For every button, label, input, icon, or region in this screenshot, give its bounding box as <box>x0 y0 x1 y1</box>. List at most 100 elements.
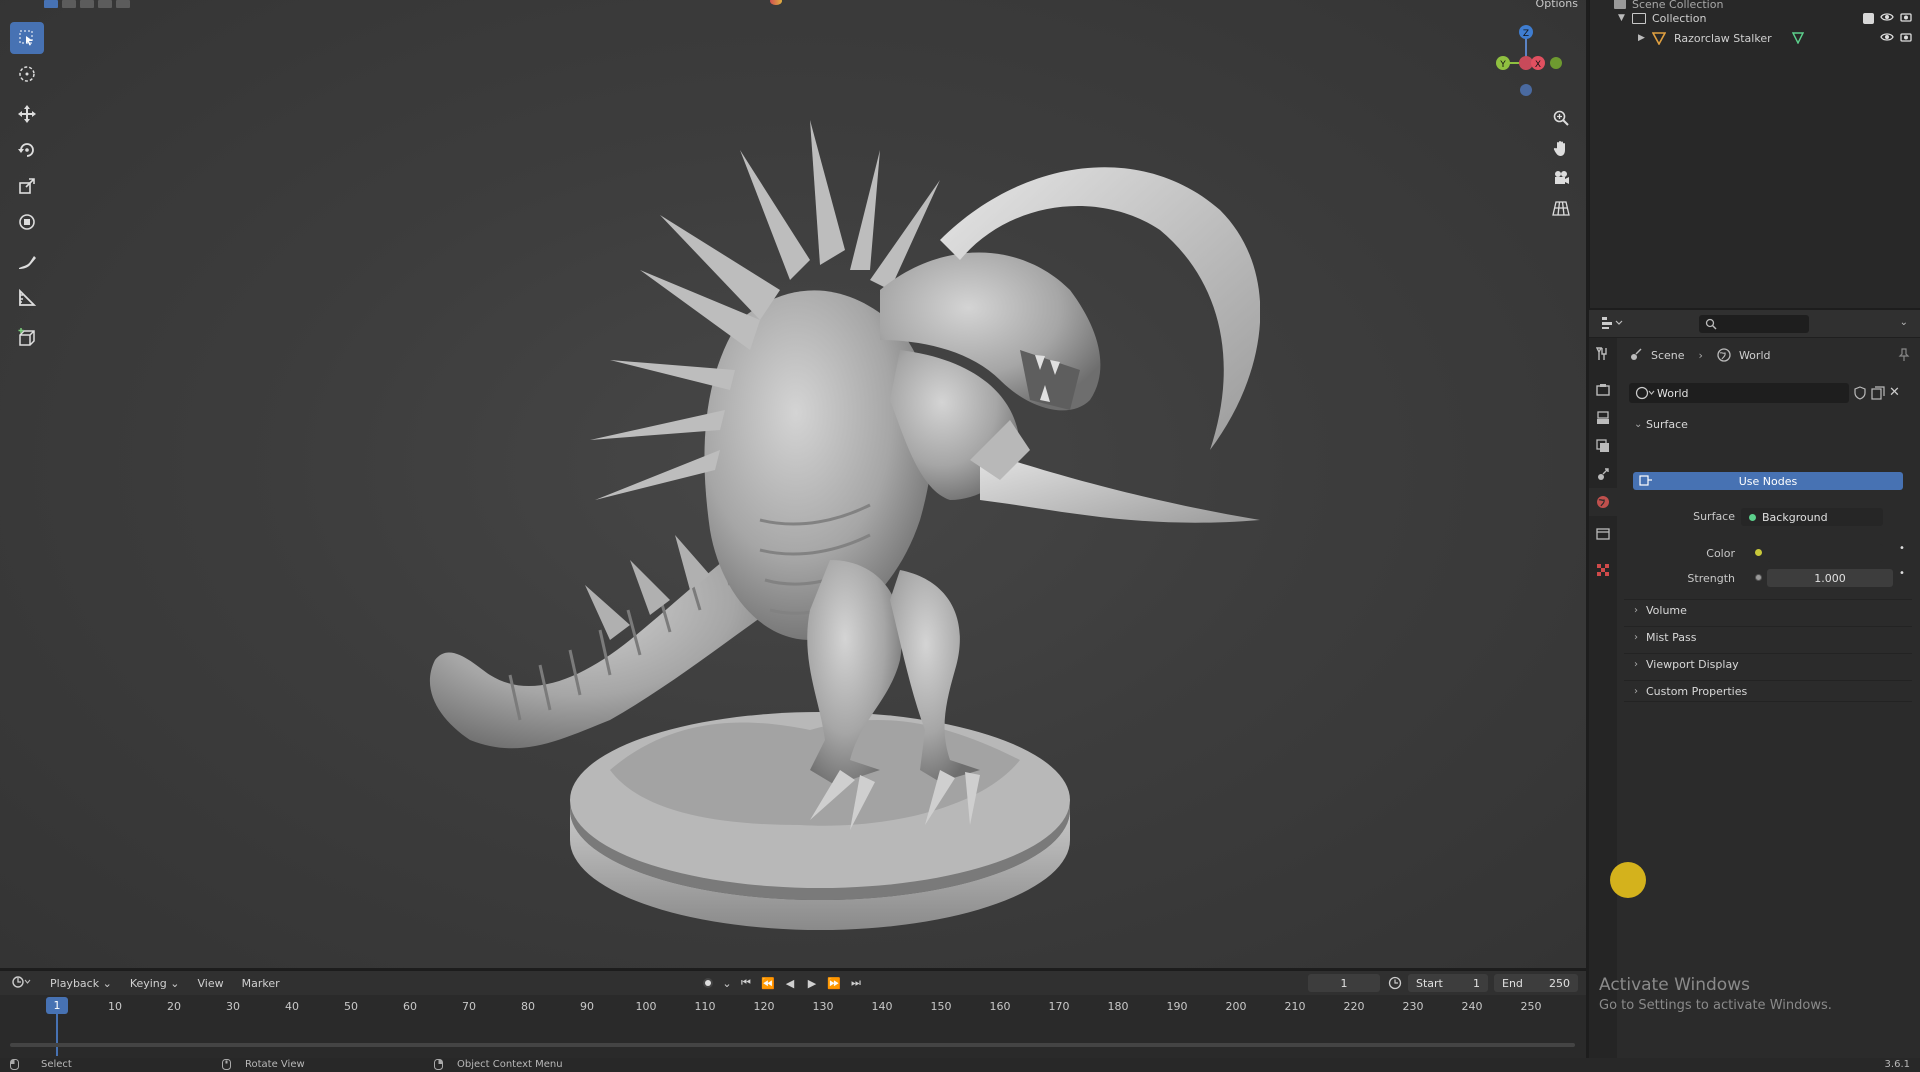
color-keyframe-dot-icon[interactable]: • <box>1899 543 1905 554</box>
3d-viewport[interactable]: Options Z Y X <box>0 0 1586 968</box>
transform-tool[interactable] <box>10 206 44 238</box>
end-frame-field[interactable]: End 250 <box>1494 974 1578 992</box>
strength-keyframe-dot-icon[interactable]: • <box>1899 568 1905 579</box>
navigation-gizmo[interactable]: Z Y X <box>1486 20 1586 110</box>
pin-icon[interactable] <box>1898 348 1910 365</box>
preview-range-clock-icon[interactable] <box>1388 976 1402 993</box>
watermark-title: Activate Windows <box>1599 975 1750 995</box>
zoom-icon <box>1553 110 1569 126</box>
options-menu[interactable]: Options <box>1536 0 1578 10</box>
expand-arrow-icon[interactable]: ▶ <box>1638 33 1645 43</box>
mist-pass-panel-header[interactable]: › Mist Pass <box>1624 626 1912 648</box>
mouse-cursor-highlight <box>1610 862 1646 898</box>
color-label: Color <box>1706 547 1735 560</box>
tab-view-layer[interactable] <box>1589 432 1617 460</box>
jump-to-start-icon[interactable]: ⏮ <box>738 975 754 991</box>
frame-tick-label: 200 <box>1225 1000 1247 1013</box>
surface-shader-field[interactable]: Background <box>1741 508 1883 526</box>
surface-panel-title: Surface <box>1646 417 1688 431</box>
outliner-collection-row[interactable]: ▼ Collection <box>1590 8 1920 28</box>
status-select-label: Select <box>41 1059 72 1070</box>
custom-properties-panel-header[interactable]: › Custom Properties <box>1624 680 1912 702</box>
timeline-editor-type-icon[interactable] <box>12 975 32 992</box>
razorclaw-stalker-model[interactable] <box>380 120 1260 940</box>
play-reverse-icon[interactable]: ◀ <box>782 975 798 991</box>
selection-mode-buttons[interactable] <box>44 0 130 8</box>
playback-menu[interactable]: Playback ⌄ <box>50 977 112 990</box>
tab-scene[interactable] <box>1589 460 1617 488</box>
unlink-datablock-icon[interactable]: ✕ <box>1889 385 1900 400</box>
jump-to-next-keyframe-icon[interactable]: ⏩ <box>826 975 842 991</box>
breadcrumb-world[interactable]: World <box>1739 349 1771 362</box>
jump-to-end-icon[interactable]: ⏭ <box>848 975 864 991</box>
svg-text:X: X <box>1535 60 1541 70</box>
collection-icon <box>1632 12 1646 24</box>
shading-color-icon[interactable] <box>770 0 782 5</box>
mouse-middle-icon <box>222 1059 231 1070</box>
color-swatch[interactable] <box>1767 544 1883 562</box>
use-nodes-button[interactable]: Use Nodes <box>1633 472 1903 490</box>
svg-text:Y: Y <box>1499 60 1506 70</box>
world-datablock-field[interactable]: World <box>1629 383 1849 403</box>
select-mode-intersect-icon[interactable] <box>116 0 130 8</box>
strength-socket-icon[interactable] <box>1755 574 1762 581</box>
playhead-frame-indicator[interactable]: 1 <box>46 997 68 1014</box>
color-socket-icon[interactable] <box>1755 549 1762 556</box>
move-tool[interactable] <box>10 98 44 130</box>
zoom-button[interactable] <box>1547 104 1575 132</box>
viewport-display-panel-header[interactable]: › Viewport Display <box>1624 653 1912 675</box>
object-render-camera-icon[interactable] <box>1900 32 1912 45</box>
fake-user-shield-icon[interactable] <box>1853 386 1867 403</box>
collapse-arrow-icon[interactable]: ▼ <box>1618 13 1625 23</box>
tab-collection[interactable] <box>1589 520 1617 548</box>
duplicate-datablock-icon[interactable] <box>1871 386 1885 403</box>
frame-tick-label: 230 <box>1402 1000 1424 1013</box>
select-mode-subtract-icon[interactable] <box>80 0 94 8</box>
object-visibility-eye-icon[interactable] <box>1880 32 1894 45</box>
editor-type-icon[interactable] <box>1601 316 1623 333</box>
exclude-checkbox[interactable] <box>1863 12 1874 24</box>
measure-tool[interactable] <box>10 282 44 314</box>
current-frame-field[interactable]: 1 <box>1308 974 1380 992</box>
jump-to-previous-keyframe-icon[interactable]: ⏪ <box>760 975 776 991</box>
tab-tool[interactable] <box>1589 340 1617 368</box>
marker-menu[interactable]: Marker <box>242 977 280 990</box>
header-dropdown-chevron-icon[interactable]: ⌄ <box>1900 317 1908 328</box>
camera-view-button[interactable] <box>1547 164 1575 192</box>
view-menu[interactable]: View <box>197 977 223 990</box>
auto-keying-record-icon[interactable] <box>700 975 716 991</box>
tab-world[interactable] <box>1589 488 1617 516</box>
volume-panel-header[interactable]: › Volume <box>1624 599 1912 621</box>
select-mode-invert-icon[interactable] <box>98 0 112 8</box>
annotate-tool[interactable] <box>10 246 44 278</box>
select-mode-new-icon[interactable] <box>44 0 58 8</box>
rotate-tool[interactable] <box>10 134 44 166</box>
scale-tool[interactable] <box>10 170 44 202</box>
render-camera-icon[interactable] <box>1900 12 1912 25</box>
play-icon[interactable]: ▶ <box>804 975 820 991</box>
properties-search-input[interactable] <box>1699 315 1809 333</box>
texture-icon <box>1597 564 1609 576</box>
timeline-scrollbar[interactable] <box>10 1043 1575 1047</box>
visibility-eye-icon[interactable] <box>1880 12 1894 25</box>
select-mode-extend-icon[interactable] <box>62 0 76 8</box>
tab-render[interactable] <box>1589 376 1617 404</box>
select-box-tool[interactable] <box>10 22 44 54</box>
tab-texture[interactable] <box>1589 556 1617 584</box>
cursor-tool[interactable] <box>10 58 44 90</box>
frame-ruler[interactable]: 10 20 30 40 50 60 70 80 90 100 110 120 130 140 150 160 1… <box>0 997 1580 1017</box>
playback-controls: ⌄ ⏮ ⏪ ◀ ▶ ⏩ ⏭ <box>700 975 864 991</box>
surface-panel-header[interactable]: ⌄ Surface <box>1624 413 1912 435</box>
keying-menu[interactable]: Keying ⌄ <box>130 977 180 990</box>
add-cube-tool[interactable] <box>10 322 44 354</box>
pan-button[interactable] <box>1547 134 1575 162</box>
auto-keying-options-icon[interactable]: ⌄ <box>722 975 732 991</box>
end-frame-value: 250 <box>1549 976 1570 990</box>
strength-field[interactable]: 1.000 <box>1767 569 1893 587</box>
breadcrumb-scene[interactable]: Scene <box>1651 349 1685 362</box>
tab-output[interactable] <box>1589 404 1617 432</box>
mesh-data-icon[interactable] <box>1792 32 1804 44</box>
outliner-object-row[interactable]: ▶ Razorclaw Stalker <box>1590 28 1920 48</box>
start-frame-field[interactable]: Start 1 <box>1408 974 1488 992</box>
perspective-toggle-button[interactable] <box>1547 194 1575 222</box>
